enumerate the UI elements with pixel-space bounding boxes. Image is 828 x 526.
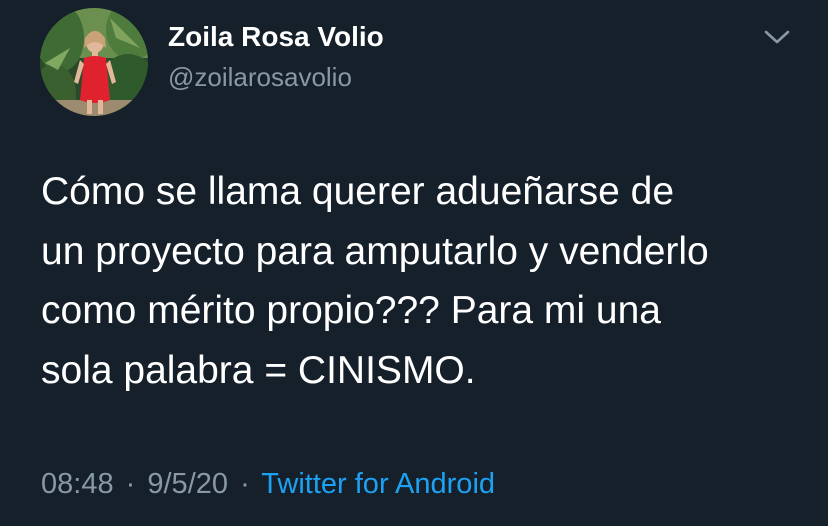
tweet-card: Zoila Rosa Volio @zoilarosavolio Cómo se… bbox=[0, 0, 828, 526]
tweet-date[interactable]: 9/5/20 bbox=[147, 468, 228, 500]
tweet-menu-button[interactable] bbox=[760, 24, 794, 50]
tweet-text-line: un proyecto para amputarlo y venderlo bbox=[41, 229, 709, 273]
tweet-source-link[interactable]: Twitter for Android bbox=[261, 468, 495, 500]
tweet-time[interactable]: 08:48 bbox=[41, 468, 114, 500]
author-handle[interactable]: @zoilarosavolio bbox=[168, 61, 352, 93]
tweet-text: Cómo se llama querer adueñarse de un pro… bbox=[41, 162, 811, 400]
tweet-text-line: Cómo se llama querer adueñarse de bbox=[41, 170, 675, 213]
meta-separator: · bbox=[125, 468, 136, 500]
chevron-down-icon bbox=[764, 30, 790, 44]
avatar[interactable] bbox=[40, 8, 148, 116]
tweet-meta: 08:48 · 9/5/20 · Twitter for Android bbox=[41, 466, 495, 502]
tweet-text-line: sola palabra = CINISMO. bbox=[41, 348, 476, 392]
profile-photo-image bbox=[40, 8, 148, 116]
tweet-text-line: como mérito propio??? Para mi una bbox=[41, 289, 661, 332]
author-display-name[interactable]: Zoila Rosa Volio bbox=[168, 20, 384, 54]
meta-separator: · bbox=[240, 468, 250, 500]
